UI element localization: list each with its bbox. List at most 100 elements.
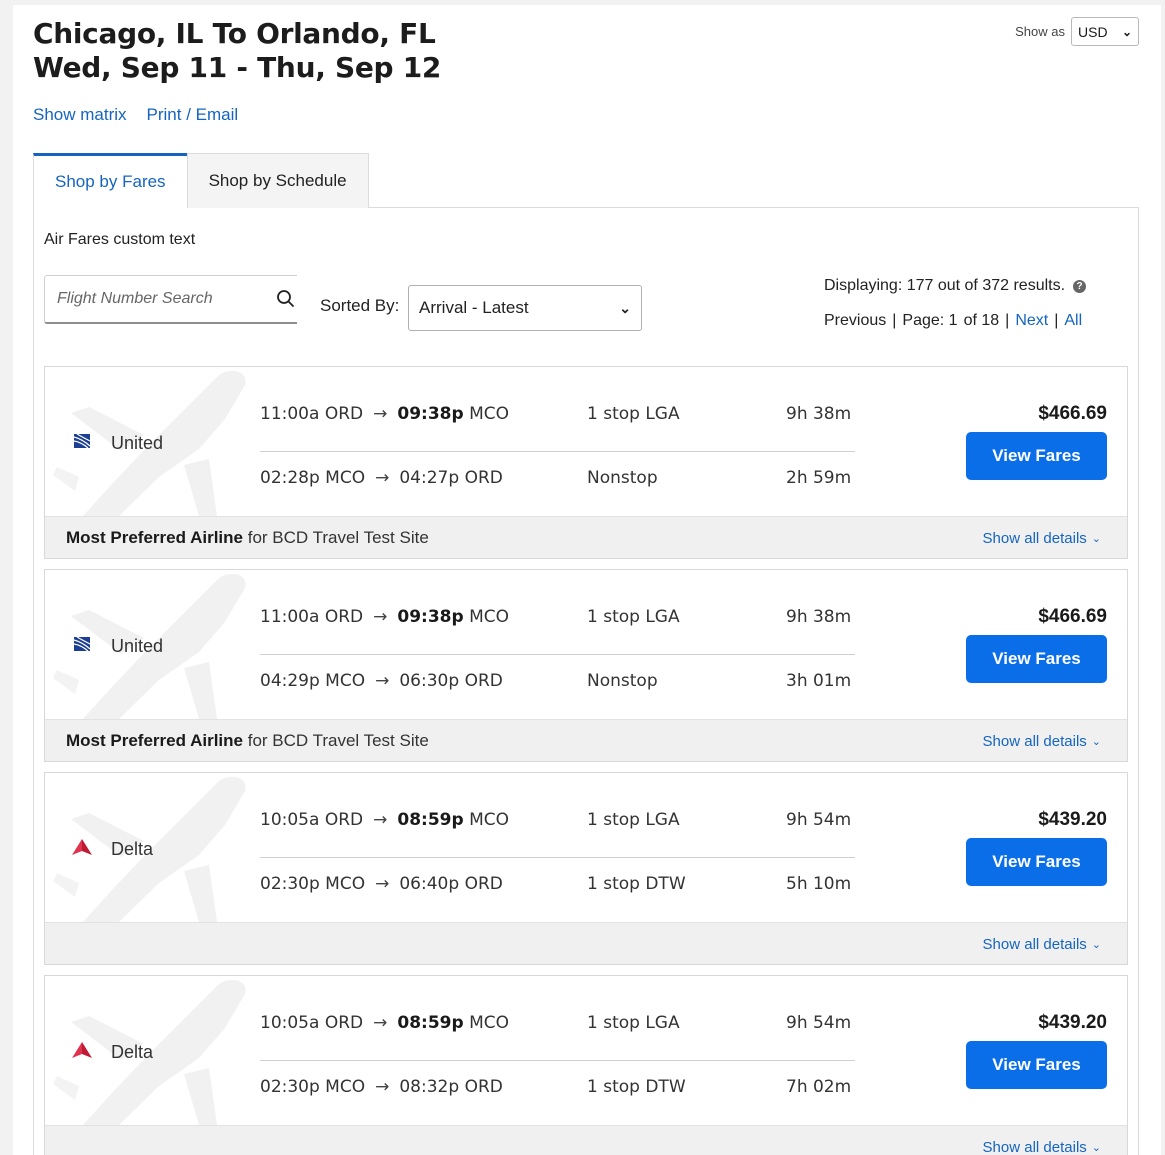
flight-legs: 11:00a ORD → 09:38p MCO 1 stop LGA 9h 38m … (260, 402, 855, 502)
united-globe-icon (73, 433, 91, 449)
next-page-link[interactable]: Next (1015, 312, 1048, 330)
fare-price: $439.20 (1038, 1012, 1107, 1033)
tab-shop-by-fares[interactable]: Shop by Fares (33, 153, 187, 208)
arrow-right-icon: → (375, 468, 390, 488)
airline-name: Delta (111, 1042, 154, 1062)
arrival-airport: ORD (464, 1077, 503, 1097)
show-all-details-label: Show all details (982, 1139, 1087, 1155)
departure: 10:05a ORD (260, 1013, 364, 1033)
arrival-time: 04:27p (399, 468, 460, 488)
leg-times: 10:05a ORD → 08:59p MCO (260, 810, 509, 830)
arrival-time: 06:30p (399, 671, 460, 691)
view-fares-button[interactable]: View Fares (966, 838, 1107, 886)
airline-logo (71, 430, 93, 457)
currency-control: Show as USD ⌄ (1015, 17, 1139, 46)
leg-times: 02:30p MCO → 06:40p ORD (260, 874, 503, 894)
outbound-leg: 11:00a ORD → 09:38p MCO 1 stop LGA 9h 38m (260, 605, 855, 655)
chevron-down-icon: ⌄ (1091, 533, 1101, 545)
flight-card-footer: Most Preferred Airline for BCD Travel Te… (45, 516, 1127, 558)
page: Chicago, IL To Orlando, FL Wed, Sep 11 -… (13, 5, 1161, 1155)
flight-legs: 10:05a ORD → 08:59p MCO 1 stop LGA 9h 54m … (260, 1011, 855, 1111)
flight-card: Delta 10:05a ORD → 08:59p MCO 1 stop LGA 9… (44, 975, 1128, 1155)
leg-duration: 3h 01m (786, 671, 852, 691)
info-icon[interactable]: ? (1073, 279, 1087, 293)
tab-shop-by-schedule[interactable]: Shop by Schedule (186, 153, 369, 208)
arrow-right-icon: → (373, 810, 388, 830)
leg-stops: Nonstop (587, 468, 658, 488)
chevron-down-icon: ⌄ (1121, 24, 1132, 39)
airline-name: Delta (111, 839, 154, 859)
search-icon[interactable] (275, 288, 297, 310)
leg-duration: 9h 54m (786, 1013, 852, 1033)
leg-times: 11:00a ORD → 09:38p MCO (260, 607, 509, 627)
chevron-down-icon: ⌄ (1091, 1142, 1101, 1154)
leg-stops: 1 stop DTW (587, 874, 686, 894)
view-fares-button[interactable]: View Fares (966, 432, 1107, 480)
arrival-airport: MCO (469, 607, 509, 627)
flight-card-main: Delta 10:05a ORD → 08:59p MCO 1 stop LGA 9… (45, 773, 1127, 922)
flight-card: United 11:00a ORD → 09:38p MCO 1 stop LGA … (44, 366, 1128, 559)
sort-select[interactable]: Arrival - Latest ⌄ (408, 285, 642, 331)
preferred-site: for BCD Travel Test Site (247, 528, 429, 547)
previous-page[interactable]: Previous (824, 312, 886, 330)
leg-stops: 1 stop LGA (587, 404, 680, 424)
leg-times: 10:05a ORD → 08:59p MCO (260, 1013, 509, 1033)
arrival-airport: MCO (469, 404, 509, 424)
arrival-airport: ORD (464, 468, 503, 488)
flight-number-search-input[interactable] (57, 290, 267, 308)
outbound-leg: 10:05a ORD → 08:59p MCO 1 stop LGA 9h 54m (260, 808, 855, 858)
leg-stops: 1 stop LGA (587, 607, 680, 627)
leg-duration: 9h 38m (786, 404, 852, 424)
currency-value: USD (1078, 23, 1108, 40)
leg-times: 02:28p MCO → 04:27p ORD (260, 468, 503, 488)
sort-value: Arrival - Latest (419, 298, 529, 317)
show-all-details-label: Show all details (982, 530, 1087, 547)
show-matrix-link[interactable]: Show matrix (33, 105, 127, 125)
currency-select[interactable]: USD ⌄ (1071, 17, 1139, 46)
all-pages-link[interactable]: All (1064, 312, 1082, 330)
tabs: Shop by Fares Shop by Schedule (33, 153, 369, 208)
arrow-right-icon: → (373, 404, 388, 424)
page-title: Chicago, IL To Orlando, FL Wed, Sep 11 -… (33, 17, 441, 85)
leg-stops: Nonstop (587, 671, 658, 691)
return-leg: 02:28p MCO → 04:27p ORD Nonstop 2h 59m (260, 452, 855, 502)
airline-name: United (111, 433, 164, 453)
show-all-details-link[interactable]: Show all details ⌄ (983, 936, 1101, 953)
arrival-time: 08:32p (399, 1077, 460, 1097)
preferred-label: Most Preferred Airline (66, 731, 243, 750)
leg-times: 11:00a ORD → 09:38p MCO (260, 404, 509, 424)
air-fares-custom-text: Air Fares custom text (44, 231, 196, 248)
arrival-time: 08:59p (397, 1013, 464, 1033)
airline-info: United (71, 430, 163, 457)
leg-stops: 1 stop DTW (587, 1077, 686, 1097)
page-total: of 18 (963, 312, 1000, 329)
show-all-details-link[interactable]: Show all details ⌄ (983, 1139, 1101, 1155)
departure: 11:00a ORD (260, 404, 364, 424)
results-info: Displaying: 177 out of 372 results. ? Pr… (824, 275, 1129, 332)
show-all-details-label: Show all details (982, 733, 1087, 750)
top-links: Show matrix Print / Email (33, 105, 238, 125)
show-as-label: Show as (1015, 24, 1065, 39)
show-all-details-link[interactable]: Show all details ⌄ (983, 733, 1101, 750)
airline-logo (71, 1039, 93, 1066)
arrow-right-icon: → (373, 607, 388, 627)
print-email-link[interactable]: Print / Email (147, 105, 239, 125)
results-count: Displaying: 177 out of 372 results. (824, 277, 1066, 294)
route-title: Chicago, IL To Orlando, FL (33, 17, 436, 50)
departure: 10:05a ORD (260, 810, 364, 830)
page-number: Page: 1 (902, 312, 958, 329)
fare-price: $439.20 (1038, 809, 1107, 830)
arrival-time: 09:38p (397, 607, 464, 627)
return-leg: 02:30p MCO → 08:32p ORD 1 stop DTW 7h 02m (260, 1061, 855, 1111)
show-all-details-link[interactable]: Show all details ⌄ (983, 530, 1101, 547)
flight-card: Delta 10:05a ORD → 08:59p MCO 1 stop LGA 9… (44, 772, 1128, 965)
flight-card-main: United 11:00a ORD → 09:38p MCO 1 stop LGA … (45, 367, 1127, 516)
fare-price: $466.69 (1038, 606, 1107, 627)
delta-widget-icon (72, 1042, 92, 1058)
arrow-right-icon: → (375, 671, 390, 691)
sorted-by-label: Sorted By: (320, 296, 400, 315)
arrow-right-icon: → (375, 874, 390, 894)
departure: 11:00a ORD (260, 607, 364, 627)
view-fares-button[interactable]: View Fares (966, 1041, 1107, 1089)
view-fares-button[interactable]: View Fares (966, 635, 1107, 683)
